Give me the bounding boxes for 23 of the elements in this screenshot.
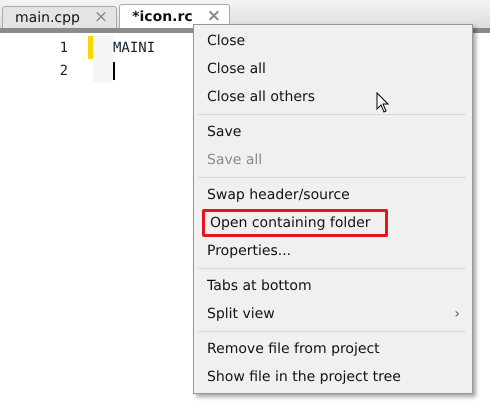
menu-item[interactable]: Swap header/source: [194, 181, 472, 209]
tab-label: main.cpp: [15, 10, 80, 26]
file-tab[interactable]: main.cpp ×: [2, 6, 118, 28]
menu-item[interactable]: Remove file from project: [194, 335, 472, 363]
menu-item[interactable]: Close all: [194, 55, 472, 83]
menu-item[interactable]: Tabs at bottom: [194, 272, 472, 300]
file-tab[interactable]: *icon.rc ×: [119, 4, 230, 28]
submenu-arrow-icon: ›: [454, 306, 460, 322]
highlight-box: Open containing folder: [202, 209, 388, 237]
menu-item[interactable]: Save: [194, 118, 472, 146]
menu-item[interactable]: Close all others: [194, 83, 472, 111]
code-text: MAINI: [113, 40, 156, 56]
menu-item[interactable]: Close: [194, 27, 472, 55]
menu-item[interactable]: Open containing folder: [194, 209, 472, 237]
close-icon[interactable]: ×: [206, 8, 221, 25]
mouse-pointer-icon: [376, 92, 389, 113]
menu-item[interactable]: Show file in the project tree: [194, 363, 472, 391]
line-number: 1: [58, 40, 68, 56]
tab-label: *icon.rc: [132, 8, 193, 24]
menu-item[interactable]: Split view ›: [194, 300, 472, 328]
fold-margin: [93, 36, 113, 82]
line-number: 2: [58, 62, 68, 78]
menu-item[interactable]: Properties...: [194, 237, 472, 265]
